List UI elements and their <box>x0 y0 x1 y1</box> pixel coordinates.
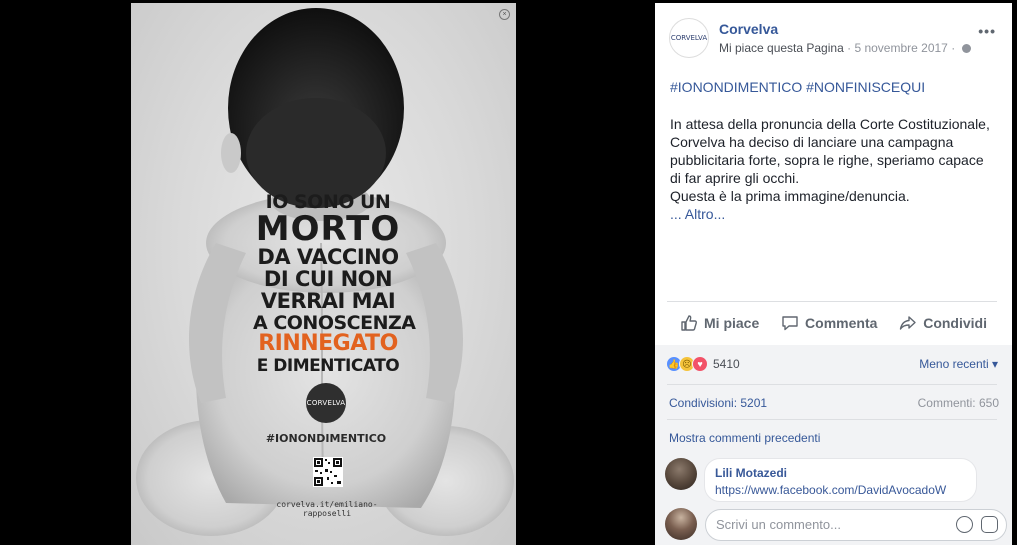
reactions-summary[interactable]: 👍 ☹ ♥ 5410 <box>666 356 740 372</box>
love-reaction-icon: ♥ <box>692 356 708 372</box>
like-button-label: Mi piace <box>704 315 760 331</box>
headline-line-8: E DIMENTICATO <box>256 356 400 376</box>
comment-sort-dropdown[interactable]: Meno recenti ▾ <box>919 357 998 371</box>
share-button-label: Condividi <box>923 315 987 331</box>
reaction-count: 5410 <box>713 357 740 371</box>
corvelva-logo: CORVELVA <box>306 383 346 423</box>
comment-input-placeholder: Scrivi un commento... <box>716 517 841 532</box>
chevron-down-icon: ▾ <box>991 357 998 371</box>
page-avatar[interactable]: CORVELVA <box>669 18 709 58</box>
like-page-link[interactable]: Mi piace questa Pagina <box>719 41 844 55</box>
poster-url: corvelva.it/emiliano-rapposelli <box>276 500 378 518</box>
see-more-link[interactable]: ... Altro... <box>670 205 1000 223</box>
like-button[interactable]: Mi piace <box>680 314 759 332</box>
post-panel: CORVELVA Corvelva Mi piace questa Pagina… <box>655 3 1012 545</box>
avatar[interactable] <box>665 458 697 490</box>
divider <box>667 384 997 385</box>
ellipsis-icon[interactable]: ••• <box>978 23 996 39</box>
post-date[interactable]: 5 novembre 2017 <box>854 41 947 55</box>
avatar <box>665 508 697 540</box>
comment-button-label: Commenta <box>805 315 878 331</box>
post-body-line: Questa è la prima immagine/denuncia. <box>670 188 910 204</box>
shares-count[interactable]: Condivisioni: 5201 <box>669 396 767 410</box>
page-name-link[interactable]: Corvelva <box>719 21 778 37</box>
headline-line-5: VERRAI MAI <box>260 289 396 313</box>
show-previous-comments-link[interactable]: Mostra commenti precedenti <box>669 431 820 445</box>
comments-count: Commenti: 650 <box>917 396 999 410</box>
photo-viewer: × IO SONO UN MORTO DA VACCINO DI CUI NON… <box>0 0 1017 545</box>
comment-button[interactable]: Commenta <box>781 314 877 332</box>
comments-area: 👍 ☹ ♥ 5410 Meno recenti ▾ Condivisioni: … <box>655 345 1012 545</box>
share-button[interactable]: Condividi <box>899 314 987 332</box>
meta-separator: · <box>847 41 852 55</box>
poster-hashtag: #IONONDIMENTICO <box>265 432 387 445</box>
post-body-line: Corvelva ha deciso di lanciare una campa… <box>670 134 954 150</box>
comment-input[interactable]: Scrivi un commento... <box>705 509 1007 541</box>
post-body-line: di far aprire gli occhi. <box>670 170 800 186</box>
post-meta: Mi piace questa Pagina · 5 novembre 2017… <box>719 41 971 55</box>
post-body-line: In attesa della pronuncia della Corte Co… <box>670 116 990 132</box>
comment-input-tools <box>956 516 998 533</box>
comment-icon <box>782 316 798 331</box>
action-bar: Mi piace Commenta Condividi <box>667 308 997 338</box>
qr-code-icon <box>313 457 343 487</box>
sort-label: Meno recenti <box>919 357 989 371</box>
divider <box>667 301 997 302</box>
post-body-line: pubblicitaria forte, sopra le righe, spe… <box>670 152 984 168</box>
sticker-icon[interactable] <box>981 516 998 533</box>
meta-separator-2: · <box>951 41 956 55</box>
headline-line-3: DA VACCINO <box>257 245 399 269</box>
headline-line-2: MORTO <box>255 209 401 249</box>
comment-bubble: Lili Motazedi https://www.facebook.com/D… <box>704 458 977 502</box>
thumbs-up-icon <box>681 315 697 331</box>
headline-line-7: RINNEGATO <box>258 331 398 356</box>
headline-line-4: DI CUI NON <box>263 267 393 291</box>
post-hashtags[interactable]: #IONONDIMENTICO #NONFINISCEQUI <box>670 79 925 95</box>
post-body: In attesa della pronuncia della Corte Co… <box>670 115 1000 223</box>
comment-author[interactable]: Lili Motazedi <box>715 466 966 480</box>
post-image[interactable]: × IO SONO UN MORTO DA VACCINO DI CUI NON… <box>131 3 516 545</box>
globe-icon <box>961 44 971 53</box>
divider <box>667 419 997 420</box>
comment-text[interactable]: https://www.facebook.com/DavidAvocadoW <box>715 483 966 497</box>
share-icon <box>900 316 916 330</box>
emoji-icon[interactable] <box>956 516 973 533</box>
